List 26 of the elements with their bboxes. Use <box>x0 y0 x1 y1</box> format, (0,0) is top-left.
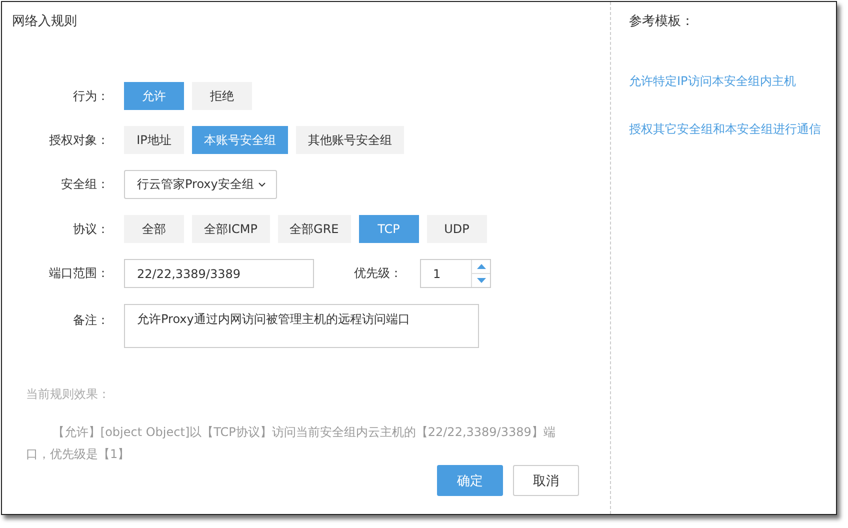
option-button[interactable]: UDP <box>426 215 487 243</box>
option-button[interactable]: 全部GRE <box>278 215 351 243</box>
option-button[interactable]: 拒绝 <box>192 82 252 110</box>
field-label: 安全组： <box>60 176 109 193</box>
option-button[interactable]: 全部ICMP <box>192 215 270 243</box>
effect-label: 当前规则效果： <box>26 386 111 403</box>
dialog-title: 网络入规则 <box>12 13 78 30</box>
triangle-down-icon <box>476 278 486 283</box>
field-label: 优先级： <box>354 265 402 282</box>
remarks-field[interactable]: 允许Proxy通过内网访问被管理主机的远程访问端口 <box>124 304 479 348</box>
field-label: 行为： <box>72 88 109 104</box>
cancel-button[interactable]: 取消 <box>513 465 579 496</box>
chevron-down-icon <box>258 182 266 187</box>
option-button[interactable]: 全部 <box>124 215 184 243</box>
field-label: 端口范围： <box>48 265 109 282</box>
security-group-dropdown[interactable]: 行云管家Proxy安全组 <box>124 170 277 199</box>
option-button[interactable]: IP地址 <box>124 126 184 154</box>
field-label: 备注： <box>72 312 109 329</box>
priority-spinner[interactable]: 1 <box>420 259 491 288</box>
effect-description: 【允许】[object Object]以【TCP协议】访问当前安全组内云主机的【22/22,3389/3389】端口，优先级是【1】 <box>26 424 556 463</box>
port-range-input[interactable]: 22/22,3389/3389 <box>124 259 314 288</box>
field-label: 授权对象： <box>48 132 109 148</box>
templates-title: 参考模板： <box>629 13 695 30</box>
triangle-up-icon <box>476 264 486 269</box>
field-label: 协议： <box>72 220 109 238</box>
option-button[interactable]: 其他账号安全组 <box>296 126 404 154</box>
